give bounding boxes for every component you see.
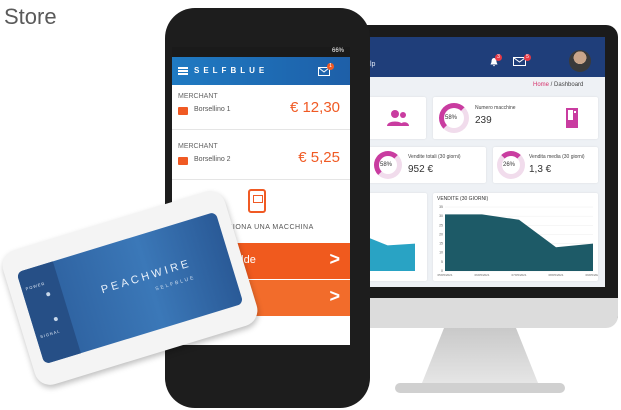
y-tick-label: 20 xyxy=(439,232,443,236)
app-bar: SELFBLUE 1 xyxy=(172,57,350,85)
status-bar: 66% xyxy=(172,47,350,57)
dashboard-screen: Help 3 5 Home / Dashboard 58% Numero mac… xyxy=(343,37,605,287)
avatar[interactable] xyxy=(569,50,591,72)
monitor-stand xyxy=(420,328,540,388)
sales-total-percent: 58% xyxy=(380,162,393,168)
dashboard-header: Help 3 5 xyxy=(343,37,605,77)
machines-value: 239 xyxy=(475,115,492,126)
monitor-chin xyxy=(330,298,618,328)
x-tick-label: 06/05/2021 xyxy=(474,273,489,277)
y-tick-label: 15 xyxy=(439,242,443,246)
x-tick-label: 09/05/2021 xyxy=(585,273,598,277)
wallet-merchant: MERCHANT xyxy=(178,143,218,150)
chevron-right-icon: > xyxy=(329,286,340,306)
vending-machine-icon xyxy=(566,108,578,128)
machines-card: 58% Numero macchine 239 xyxy=(433,97,598,139)
wallet-row[interactable]: MERCHANT Borsellino 1 € 12,30 xyxy=(172,87,350,130)
breadcrumb: Home / Dashboard xyxy=(533,82,583,88)
sales-avg-percent: 26% xyxy=(503,162,516,168)
battery-status: 66% xyxy=(331,48,344,54)
sales-total-label: Vendite totali (30 giorni) xyxy=(408,154,461,160)
wallet-row[interactable]: MERCHANT Borsellino 2 € 5,25 xyxy=(172,137,350,180)
sales-avg-card: 26% Vendita media (30 giorni) 1,3 € xyxy=(493,147,598,183)
y-tick-label: 30 xyxy=(439,214,443,218)
wallet-name: Borsellino 1 xyxy=(194,106,231,113)
sales-avg-label: Vendita media (30 giorni) xyxy=(529,154,585,160)
machines-percent: 58% xyxy=(445,115,458,121)
y-tick-label: 10 xyxy=(439,251,443,255)
sales-avg-value: 1,3 € xyxy=(529,164,552,175)
menu-icon[interactable] xyxy=(178,67,188,75)
chart-card-sales: VENDITE (30 GIORNI) 0 5 10 15 20 25 30 35 05/05/… xyxy=(433,193,598,281)
monitor-stand-base xyxy=(395,383,565,393)
sales-total-value: 952 € xyxy=(408,164,434,175)
sales-area-chart: 0510152025303505/05/2021 06/05/2021 07/05/… xyxy=(437,205,598,277)
breadcrumb-home[interactable]: Home xyxy=(533,82,549,88)
users-icon xyxy=(387,110,409,126)
store-label: Store xyxy=(4,4,57,29)
x-tick-label: 08/05/2021 xyxy=(548,273,563,277)
wallet-amount: € 5,25 xyxy=(298,149,340,166)
wallet-merchant: MERCHANT xyxy=(178,93,218,100)
app-brand: SELFBLUE xyxy=(194,66,269,75)
users-card xyxy=(368,97,426,139)
wallet-amount: € 12,30 xyxy=(289,99,340,116)
mail-badge: 5 xyxy=(524,54,531,61)
notification-badge: 3 xyxy=(495,54,502,61)
y-tick-label: 25 xyxy=(439,223,443,227)
x-tick-label: 07/05/2021 xyxy=(511,273,526,277)
machines-label: Numero macchine xyxy=(475,105,516,111)
mail-badge: 1 xyxy=(327,63,334,70)
sales-total-card: 58% Vendite totali (30 giorni) 952 € xyxy=(368,147,486,183)
breadcrumb-current: Dashboard xyxy=(554,82,584,88)
area-series xyxy=(445,214,593,271)
wallet-icon xyxy=(178,157,188,165)
chevron-right-icon: > xyxy=(329,249,340,269)
y-tick-label: 5 xyxy=(441,260,443,264)
wallet-icon xyxy=(178,107,188,115)
wallet-name: Borsellino 2 xyxy=(194,156,231,163)
vending-machine-icon[interactable] xyxy=(248,189,266,213)
y-tick-label: 35 xyxy=(439,205,443,209)
x-tick-label: 05/05/2021 xyxy=(437,273,452,277)
